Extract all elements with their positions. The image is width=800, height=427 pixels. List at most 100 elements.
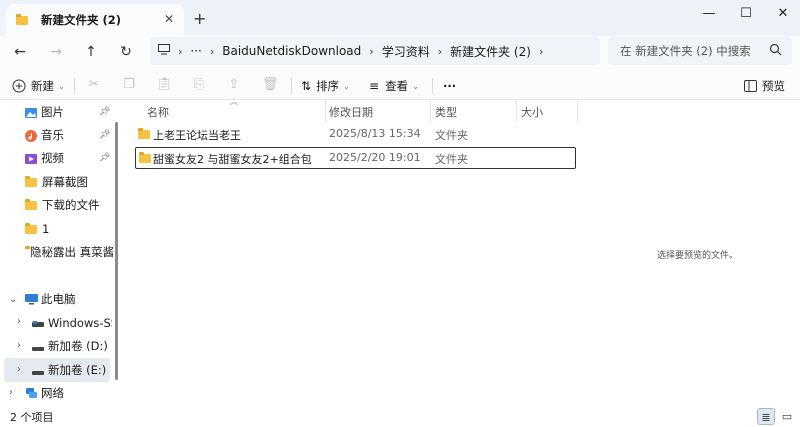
sidebar-scrollbar[interactable] [115, 122, 118, 380]
expand-chevron-icon[interactable]: ⌄ [9, 294, 17, 305]
cut-icon[interactable]: ✂ [86, 77, 102, 93]
sidebar-item-label: 隐秘露出 真菜酱 [30, 245, 113, 259]
tiles-view-button[interactable]: ▭ [778, 408, 796, 425]
sidebar-item-drive-d[interactable]: 新加卷 (D:) [32, 335, 108, 357]
close-window-button[interactable]: ✕ [768, 3, 798, 25]
preview-button-label: 预览 [762, 79, 785, 93]
up-button[interactable]: ↑ [78, 40, 104, 64]
chevron-right-icon[interactable]: › [9, 387, 13, 398]
column-header-name[interactable]: 名称 [147, 104, 169, 120]
sidebar-item-label: 1 [42, 222, 50, 236]
file-type: 文件夹 [435, 129, 468, 142]
sidebar-item-label: 音乐 [41, 128, 64, 142]
paste-icon[interactable]: 📋︎ [156, 77, 173, 93]
sidebar-item-videos[interactable]: 视频 [25, 147, 64, 169]
minimize-button[interactable]: — [694, 3, 724, 25]
copy-icon[interactable]: ❐ [121, 77, 137, 93]
pin-icon: 📌︎ [99, 153, 111, 163]
more-options-button[interactable]: ··· [443, 75, 456, 97]
chevron-down-icon: ⌄ [343, 81, 350, 91]
preview-pane-icon [744, 80, 757, 92]
sidebar-item-label: 屏幕截图 [42, 175, 88, 189]
drive-icon [32, 341, 44, 351]
sidebar-item-downloads[interactable]: 下载的文件 [25, 194, 100, 216]
sidebar-item-screenshots[interactable]: 屏幕截图 [25, 171, 88, 193]
file-modified: 2025/2/20 19:01 [329, 151, 421, 164]
new-button-label: 新建 [31, 79, 54, 93]
file-row[interactable]: 上老王论坛当老王 2025/8/13 15:34 文件夹 [135, 123, 576, 145]
sort-button-label: 排序 [316, 79, 340, 93]
column-divider[interactable] [430, 100, 431, 122]
sidebar-item-network[interactable]: 网络 [25, 382, 64, 404]
search-input[interactable]: 在 新建文件夹 (2) 中搜索 [608, 37, 792, 65]
maximize-button[interactable]: ☐ [731, 3, 761, 25]
pin-icon: 📌︎ [99, 107, 111, 117]
breadcrumb-item[interactable]: 学习资料 [382, 43, 430, 60]
details-view-icon: ≣ [761, 411, 771, 424]
window-tab[interactable]: 新建文件夹 (2) ✕ [6, 4, 184, 36]
folder-icon [16, 13, 28, 25]
sidebar-item-label: 网络 [41, 386, 64, 400]
address-bar[interactable]: › ··· › BaiduNetdiskDownload › 学习资料 › 新建… [150, 37, 600, 65]
forward-button[interactable]: → [43, 40, 69, 64]
search-icon [769, 43, 782, 59]
sidebar-item-this-pc[interactable]: 此电脑 [25, 288, 76, 310]
column-header-type[interactable]: 类型 [435, 104, 457, 120]
column-divider[interactable] [516, 100, 517, 122]
preview-pane: 选择要预览的文件。 [580, 100, 800, 406]
sidebar-item-folder-1[interactable]: 1 [25, 218, 49, 240]
sidebar-item-label: 新加卷 (D:) [48, 339, 108, 353]
sidebar-item-label: 下载的文件 [42, 198, 100, 212]
address-overflow[interactable]: ··· [190, 44, 201, 58]
chevron-right-icon[interactable]: › [17, 340, 21, 351]
file-type: 文件夹 [435, 153, 468, 166]
preview-empty-message: 选择要预览的文件。 [657, 251, 739, 261]
rename-icon[interactable]: ⎘ [191, 77, 207, 93]
file-list: ︿ 名称 修改日期 类型 大小 上老王论坛当老王 2025/8/13 15:34… [120, 97, 580, 406]
chevron-down-icon: ⌄ [58, 81, 65, 91]
drive-icon [32, 318, 44, 328]
chevron-right-icon[interactable]: › [17, 364, 21, 375]
share-icon[interactable]: ⇪ [226, 77, 242, 93]
sidebar-item-folder[interactable]: 隐秘露出 真菜酱 [25, 241, 113, 263]
sidebar-item-pictures[interactable]: 图片 [25, 101, 64, 123]
preview-pane-button[interactable]: 预览 [744, 75, 785, 97]
sidebar-item-drive-e[interactable]: 新加卷 (E:) [32, 359, 106, 381]
sort-button[interactable]: ⇅ 排序 ⌄ [301, 75, 350, 97]
drive-icon [32, 365, 44, 375]
chevron-right-icon: › [178, 44, 183, 58]
back-button[interactable]: ← [7, 40, 33, 64]
column-divider[interactable] [577, 100, 578, 122]
file-modified: 2025/8/13 15:34 [329, 127, 421, 140]
new-tab-button[interactable]: + [193, 9, 206, 28]
computer-icon [25, 294, 38, 305]
plus-circle-icon [12, 79, 26, 93]
command-bar: 新建 ⌄ ✂ ❐ 📋︎ ⎘ ⇪ 🗑︎ ⇅ 排序 ⌄ ≡ 查看 ⌄ ··· 预览 [0, 70, 800, 100]
sidebar-item-windows-ssd[interactable]: Windows-SSD [32, 312, 112, 334]
sort-up-icon: ︿ [230, 97, 238, 106]
delete-icon[interactable]: 🗑︎ [262, 77, 279, 93]
sort-icon: ⇅ [301, 79, 312, 93]
sidebar-item-music[interactable]: 音乐 [25, 124, 64, 146]
search-placeholder: 在 新建文件夹 (2) 中搜索 [620, 44, 751, 58]
new-button[interactable]: 新建 ⌄ [12, 75, 65, 97]
column-divider[interactable] [325, 100, 326, 122]
folder-icon [139, 152, 151, 163]
folder-icon [25, 198, 37, 210]
refresh-button[interactable]: ↻ [113, 40, 139, 64]
tab-close-icon[interactable]: ✕ [164, 12, 174, 26]
file-name: 甜蜜女友2 与甜蜜女友2+组合包 [153, 153, 312, 166]
chevron-right-icon[interactable]: › [539, 45, 543, 58]
column-header-size[interactable]: 大小 [521, 104, 543, 120]
details-view-button[interactable]: ≣ [757, 408, 775, 425]
file-row[interactable]: 甜蜜女友2 与甜蜜女友2+组合包 2025/2/20 19:01 文件夹 [135, 147, 576, 169]
divider [74, 78, 75, 94]
view-button[interactable]: ≡ 查看 ⌄ [369, 75, 419, 97]
chevron-right-icon: › [369, 44, 374, 58]
breadcrumb-item[interactable]: BaiduNetdiskDownload [222, 44, 361, 58]
breadcrumb-item[interactable]: 新建文件夹 (2) [450, 43, 531, 60]
column-header-modified[interactable]: 修改日期 [329, 104, 373, 120]
chevron-right-icon: › [437, 44, 443, 58]
folder-icon [25, 222, 37, 234]
chevron-right-icon[interactable]: › [17, 316, 21, 327]
